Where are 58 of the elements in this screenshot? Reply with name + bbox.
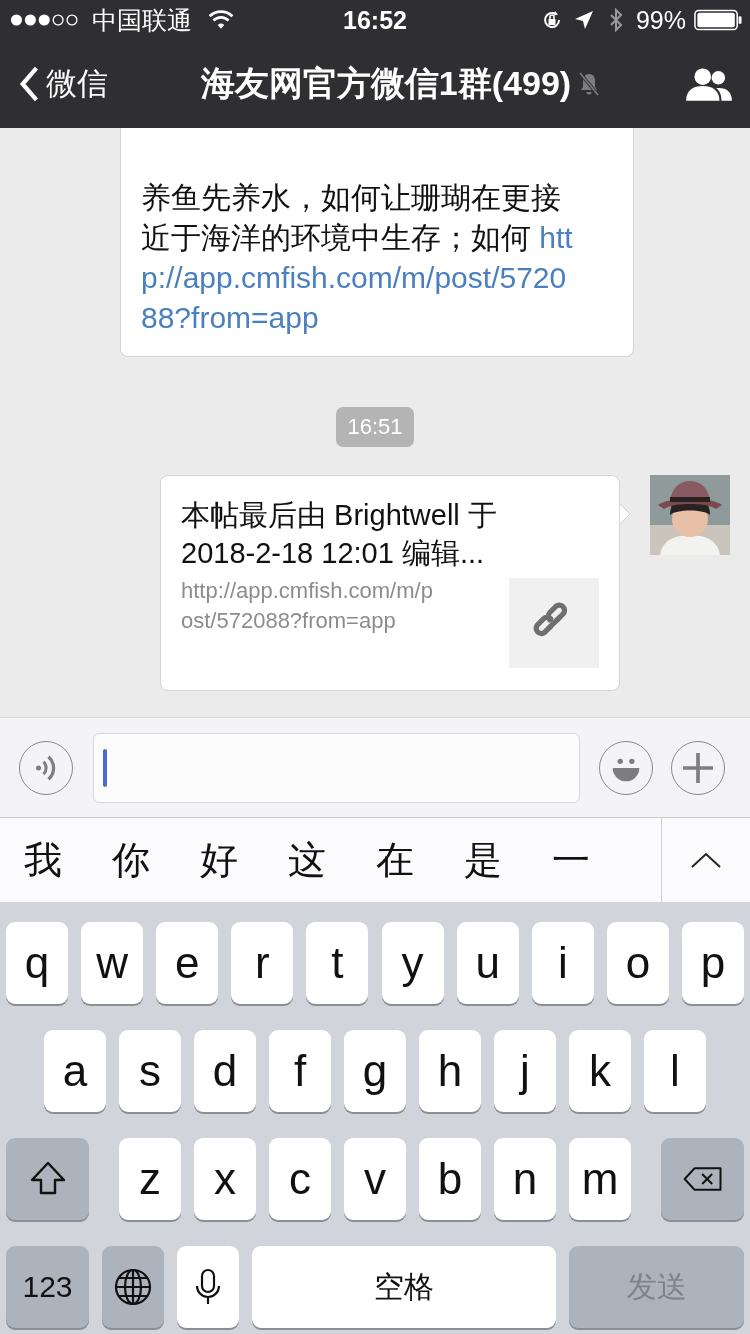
candidate-word[interactable]: 好: [200, 834, 238, 886]
letter-key[interactable]: x: [194, 1138, 256, 1220]
link-card[interactable]: 本帖最后由 Brightwell 于 2018-2-18 12:01 编辑... http://app.cmfish.com/m/post/572088?from=app: [160, 475, 620, 691]
letter-key[interactable]: y: [381, 922, 444, 1004]
letter-key[interactable]: w: [81, 922, 144, 1004]
candidate-word[interactable]: 我: [24, 834, 62, 886]
letter-key[interactable]: v: [344, 1138, 406, 1220]
wifi-icon: [208, 10, 234, 30]
numbers-key[interactable]: 123: [6, 1246, 89, 1328]
chevron-up-icon: [690, 851, 722, 869]
clock-time: 16:52: [342, 5, 408, 35]
shift-key[interactable]: [6, 1138, 89, 1220]
letter-key[interactable]: p: [682, 922, 744, 1004]
letter-key[interactable]: l: [644, 1030, 706, 1112]
group-members-icon[interactable]: [684, 65, 734, 103]
letter-key[interactable]: j: [494, 1030, 556, 1112]
letter-key[interactable]: b: [419, 1138, 481, 1220]
letter-key[interactable]: a: [44, 1030, 106, 1112]
globe-icon: [113, 1267, 153, 1307]
letter-key[interactable]: n: [494, 1138, 556, 1220]
letter-key[interactable]: d: [194, 1030, 256, 1112]
chat-title: 海友网官方微信1群(499): [200, 63, 572, 104]
message-timestamp: 16:51: [336, 407, 414, 447]
carrier-name: 中国联通: [92, 4, 192, 36]
letter-key[interactable]: s: [119, 1030, 181, 1112]
microphone-key[interactable]: [177, 1246, 239, 1328]
candidate-word[interactable]: 在: [376, 834, 414, 886]
candidate-word[interactable]: 是: [464, 834, 502, 886]
bubble-tail-icon: [619, 503, 631, 525]
message-input-field[interactable]: [93, 732, 580, 803]
back-chevron-icon: [18, 65, 40, 103]
letter-key[interactable]: u: [456, 922, 519, 1004]
candidate-word[interactable]: 一: [552, 834, 590, 886]
card-title: 本帖最后由 Brightwell 于 2018-2-18 12:01 编辑...: [181, 498, 498, 571]
letter-key[interactable]: o: [606, 922, 669, 1004]
letter-key[interactable]: k: [569, 1030, 631, 1112]
letter-key[interactable]: t: [306, 922, 369, 1004]
letter-key[interactable]: h: [419, 1030, 481, 1112]
letter-key[interactable]: f: [269, 1030, 331, 1112]
globe-key[interactable]: [102, 1246, 164, 1328]
delete-key[interactable]: [661, 1138, 744, 1220]
letter-key[interactable]: g: [344, 1030, 406, 1112]
battery-percent: 99%: [635, 5, 686, 35]
card-url: http://app.cmfish.com/m/post/572088?from=app: [181, 577, 434, 635]
letter-key[interactable]: z: [119, 1138, 181, 1220]
letter-key[interactable]: i: [531, 922, 594, 1004]
letter-key[interactable]: r: [231, 922, 294, 1004]
message-text: 养鱼先养水，如何让珊瑚在更接近于海洋的环境中生存；如何 http://app.cmfish.com/m/post/572088?from=app: [141, 180, 574, 336]
avatar[interactable]: [650, 475, 730, 555]
letter-key[interactable]: c: [269, 1138, 331, 1220]
candidate-word[interactable]: 这: [288, 834, 326, 886]
letter-key[interactable]: m: [569, 1138, 631, 1220]
space-key[interactable]: 空格: [252, 1246, 556, 1328]
letter-key[interactable]: q: [6, 922, 68, 1004]
back-button[interactable]: 微信: [18, 63, 128, 105]
letter-key[interactable]: e: [156, 922, 219, 1004]
battery-icon: [694, 9, 742, 31]
candidate-word[interactable]: 你: [112, 834, 150, 886]
